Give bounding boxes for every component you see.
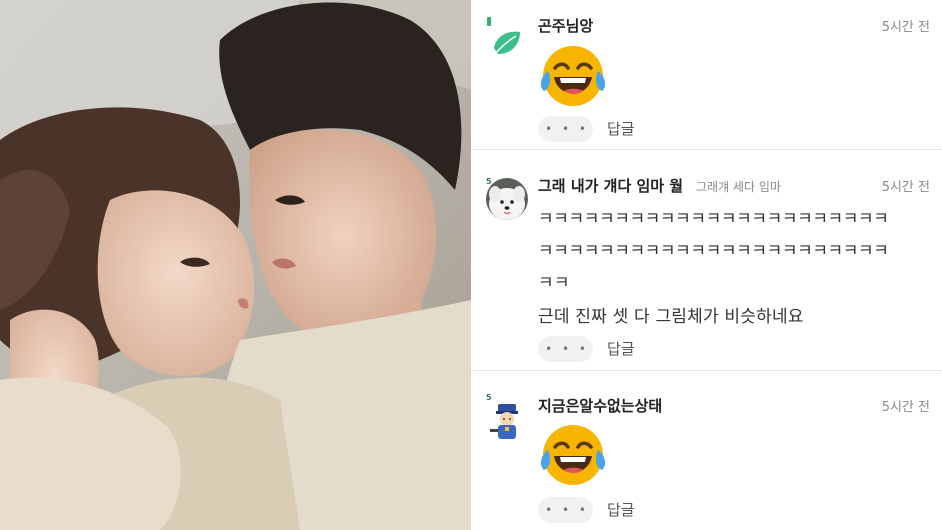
- reply-button[interactable]: 답글: [607, 338, 635, 359]
- police-character-avatar: [490, 404, 518, 439]
- comment-sub-nickname: 그래걔 세다 임마: [696, 180, 781, 194]
- avatar[interactable]: [486, 22, 528, 64]
- comment-time: 5시간 전: [881, 20, 930, 35]
- avatar[interactable]: [486, 178, 528, 220]
- reply-button[interactable]: 답글: [607, 118, 635, 139]
- comment-nickname[interactable]: 그래 내가 걔다 임마 월: [538, 175, 683, 196]
- photo-illustration: [0, 0, 471, 530]
- more-options-button[interactable]: • • •: [538, 336, 593, 362]
- leaf-icon: [494, 31, 520, 54]
- laughing-crying-emoji-icon: [538, 43, 608, 109]
- comment-item: 5 그래 내가 걔다 임마 월 그래걔 세다 임마 5시간 전 ㅋㅋㅋㅋㅋㅋㅋㅋ…: [471, 150, 942, 371]
- reply-button[interactable]: 답글: [607, 499, 635, 520]
- laughing-crying-emoji-icon: [538, 422, 608, 488]
- more-options-button[interactable]: • • •: [538, 116, 593, 142]
- comment-text-line: ㅋㅋㅋㅋㅋㅋㅋㅋㅋㅋㅋㅋㅋㅋㅋㅋㅋㅋㅋㅋㅋㅋㅋ: [538, 209, 889, 229]
- white-dog-avatar: [486, 178, 528, 220]
- comment-item: 곤주님앙 5시간 전 • • • 답글: [471, 0, 942, 150]
- more-options-button[interactable]: • • •: [538, 497, 593, 523]
- avatar[interactable]: [486, 401, 528, 443]
- comment-text-line: ㅋㅋ: [538, 273, 570, 293]
- drama-still-photo: [0, 0, 471, 530]
- comment-text-line: ㅋㅋㅋㅋㅋㅋㅋㅋㅋㅋㅋㅋㅋㅋㅋㅋㅋㅋㅋㅋㅋㅋㅋ: [538, 241, 889, 261]
- comment-time: 5시간 전: [881, 400, 930, 415]
- comments-list: 곤주님앙 5시간 전 • • • 답글 5 그래 내가 걔다 임마 월 그래걔 …: [471, 0, 942, 530]
- comment-text-line: 근데 진짜 셋 다 그림체가 비슷하네요: [538, 307, 804, 327]
- comment-item: 5 지금은알수없는상태 5시간 전 • • • 답글: [471, 371, 942, 530]
- comment-nickname[interactable]: 지금은알수없는상태: [538, 395, 662, 416]
- comment-time: 5시간 전: [881, 180, 930, 195]
- comment-nickname[interactable]: 곤주님앙: [538, 15, 593, 36]
